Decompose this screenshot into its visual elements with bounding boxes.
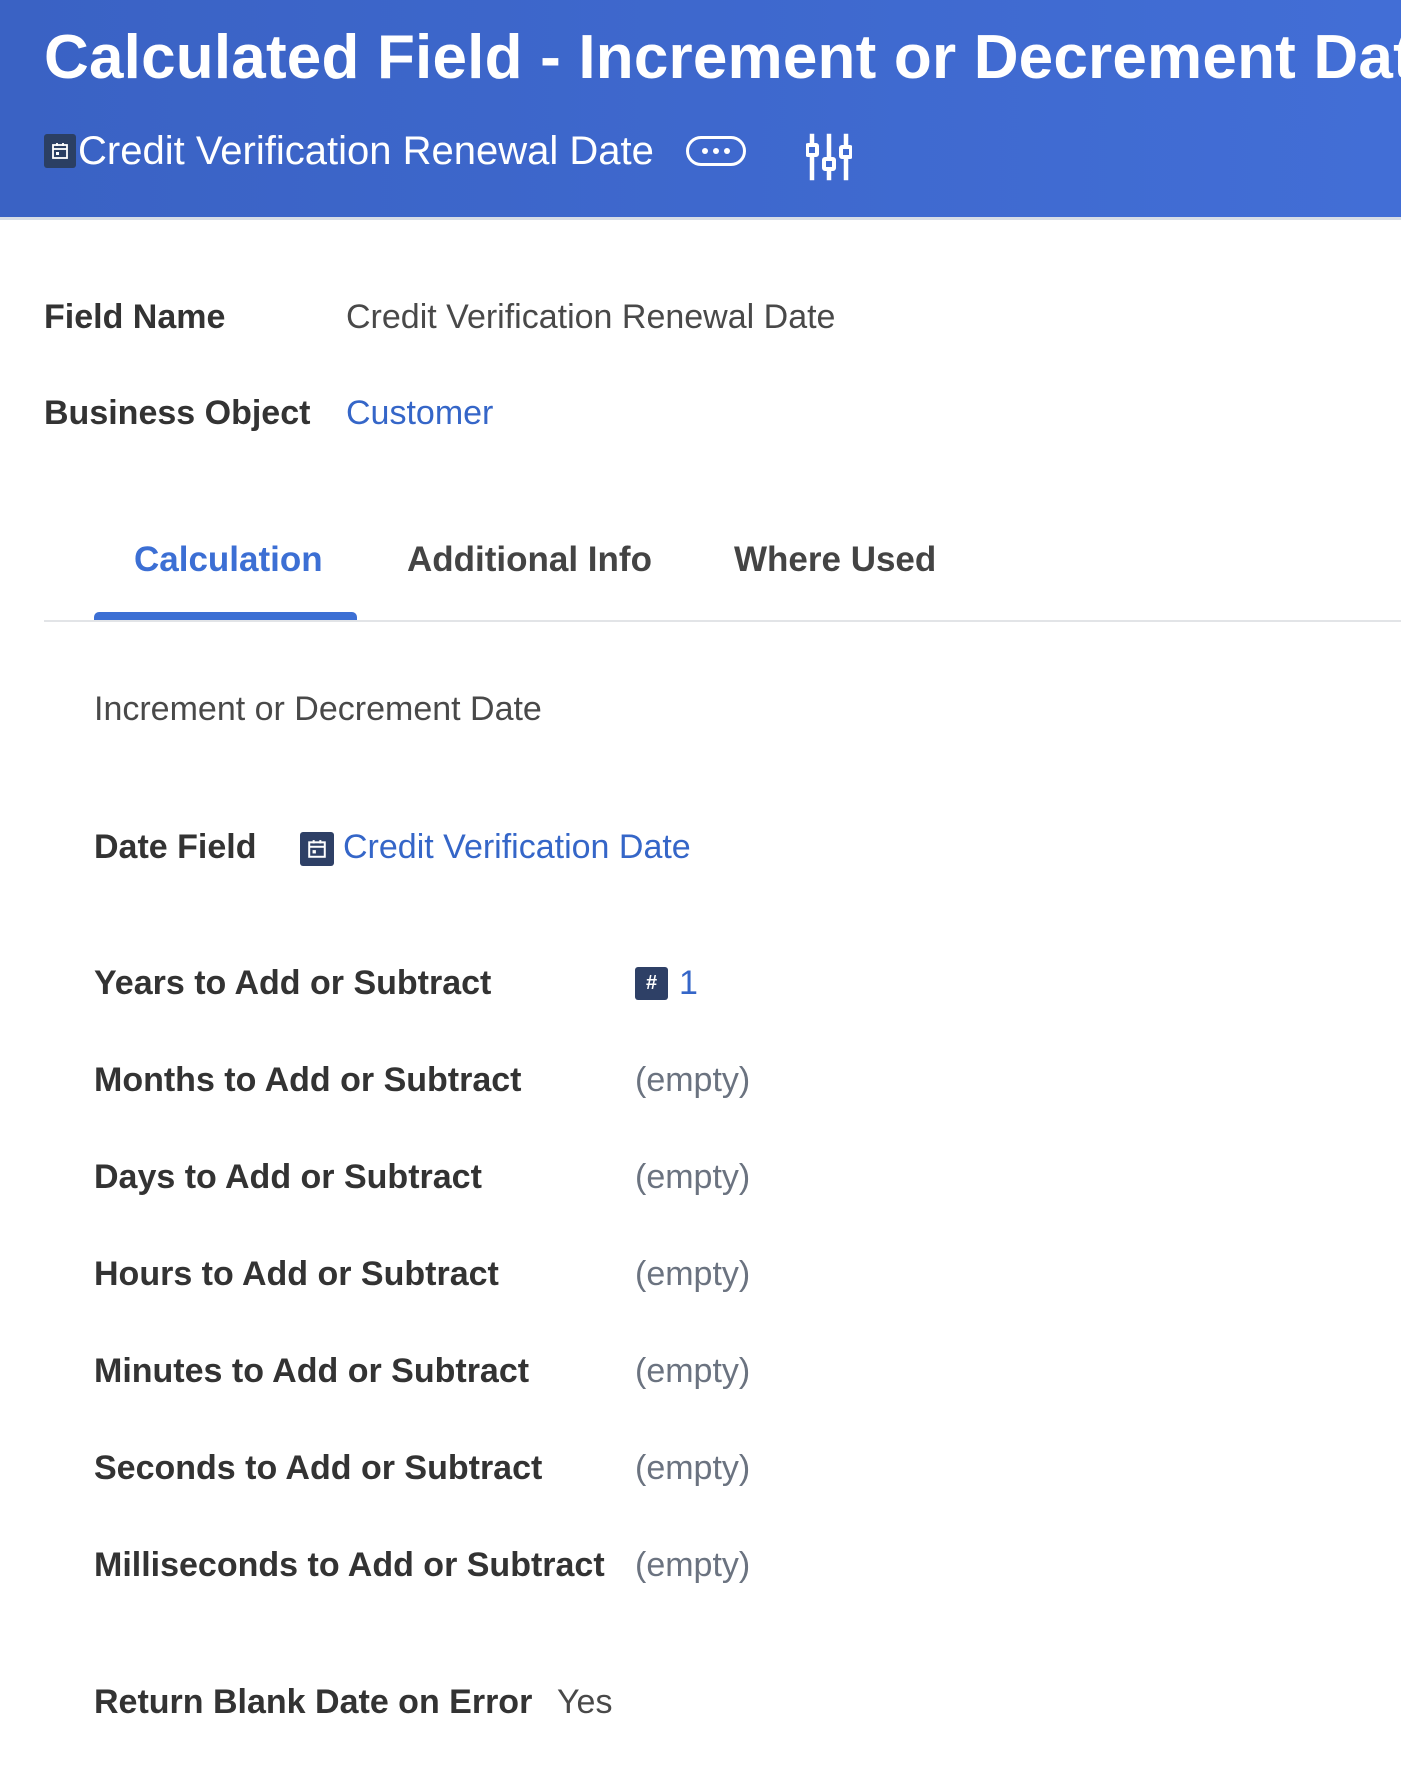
more-actions-button[interactable] xyxy=(685,136,746,166)
months-label: Months to Add or Subtract xyxy=(94,1061,522,1099)
months-value: (empty) xyxy=(635,1061,751,1099)
seconds-value: (empty) xyxy=(635,1449,751,1487)
calendar-icon xyxy=(300,832,334,866)
return-blank-value: Yes xyxy=(557,1683,613,1721)
subtitle-row: Credit Verification Renewal Date xyxy=(44,128,746,174)
milliseconds-value: (empty) xyxy=(635,1546,751,1584)
tab-calculation[interactable]: Calculation xyxy=(134,540,323,580)
page-header: Calculated Field - Increment or Decremen… xyxy=(0,0,1401,220)
page-subtitle: Credit Verification Renewal Date xyxy=(78,128,654,173)
return-blank-label: Return Blank Date on Error xyxy=(94,1683,533,1721)
business-object-link[interactable]: Customer xyxy=(346,394,493,433)
field-name-label: Field Name xyxy=(44,298,226,336)
years-value[interactable]: 1 xyxy=(679,964,698,1003)
tab-where-used[interactable]: Where Used xyxy=(734,540,936,580)
seconds-label: Seconds to Add or Subtract xyxy=(94,1449,543,1487)
calculation-type-heading: Increment or Decrement Date xyxy=(94,690,542,728)
more-dot xyxy=(712,148,719,154)
related-actions-icon[interactable] xyxy=(805,132,853,187)
minutes-value: (empty) xyxy=(635,1352,751,1390)
page-title: Calculated Field - Increment or Decremen… xyxy=(44,23,1401,92)
hours-label: Hours to Add or Subtract xyxy=(94,1255,499,1293)
days-value: (empty) xyxy=(635,1158,751,1196)
business-object-label: Business Object xyxy=(44,394,311,432)
days-label: Days to Add or Subtract xyxy=(94,1158,482,1196)
date-field-label: Date Field xyxy=(94,828,257,866)
years-label: Years to Add or Subtract xyxy=(94,964,492,1002)
more-horizontal-icon xyxy=(701,148,708,154)
field-name-value: Credit Verification Renewal Date xyxy=(346,298,836,336)
more-dot xyxy=(723,148,730,154)
tab-bar: Calculation Additional Info Where Used xyxy=(44,510,1401,623)
minutes-label: Minutes to Add or Subtract xyxy=(94,1352,530,1390)
date-field-link[interactable]: Credit Verification Date xyxy=(343,828,691,867)
tab-divider xyxy=(44,620,1401,622)
calendar-icon xyxy=(44,134,76,168)
milliseconds-label: Milliseconds to Add or Subtract xyxy=(94,1546,605,1584)
number-icon: # xyxy=(635,967,668,1000)
hours-value: (empty) xyxy=(635,1255,751,1293)
tab-additional-info[interactable]: Additional Info xyxy=(407,540,652,580)
